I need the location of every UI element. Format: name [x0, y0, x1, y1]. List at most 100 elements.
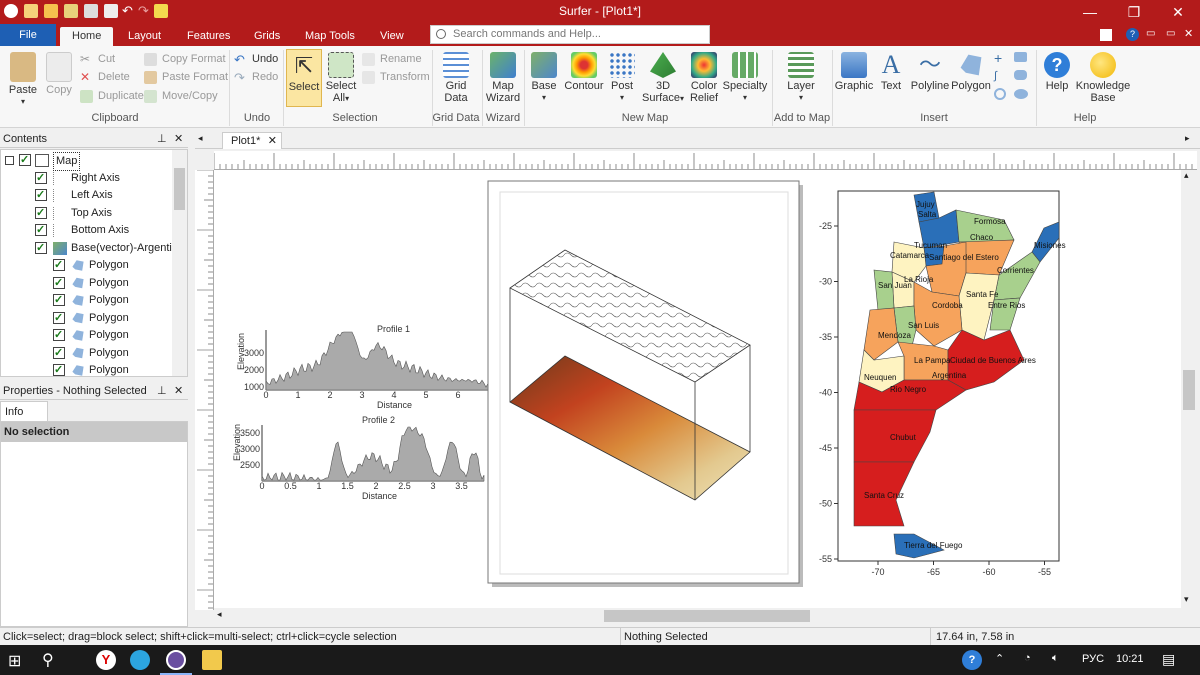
horizontal-scroll-thumb[interactable] [604, 610, 810, 622]
select-all-button[interactable]: Select All▾ [324, 52, 358, 105]
cut-button[interactable]: ✂ Cut [80, 51, 115, 67]
plot-canvas[interactable]: Profile 1 3000 2000 1000 0 1 2 3 4 5 6 Distance E… [214, 170, 1181, 608]
contour-map-button[interactable]: Contour [562, 52, 606, 92]
horizontal-scrollbar[interactable]: ◂ [214, 608, 1181, 624]
close-tab-icon[interactable]: ✕ [268, 133, 277, 149]
visibility-checkbox[interactable] [53, 327, 65, 344]
tab-plot1[interactable]: Plot1* ✕ [222, 132, 282, 149]
rename-button[interactable]: Rename [362, 51, 422, 67]
help-button[interactable]: ? Help [1040, 52, 1074, 92]
undo-button[interactable]: ↶ Undo [234, 51, 278, 67]
help-circle-icon[interactable]: ? [1126, 28, 1139, 41]
taskbar-search-icon[interactable]: ⚲ [42, 650, 54, 670]
visibility-checkbox[interactable] [53, 292, 65, 309]
tree-item[interactable]: Right Axis [1, 170, 171, 187]
visibility-checkbox[interactable] [53, 345, 65, 362]
map-wizard-button[interactable]: Map Wizard [484, 52, 522, 104]
tab-view[interactable]: View [368, 27, 416, 46]
close-panel-icon[interactable]: ✕ [174, 383, 183, 400]
language-indicator[interactable]: РУС [1082, 653, 1104, 665]
specialty-map-button[interactable]: Specialty ▾ [722, 52, 768, 104]
polyline-button[interactable]: 〜 Polyline [908, 52, 952, 92]
notifications-icon[interactable]: ▤ [1162, 651, 1175, 668]
surfer-taskbar-icon[interactable] [166, 650, 186, 670]
base-map-button[interactable]: Base ▾ [528, 52, 560, 104]
collapse-icon[interactable] [5, 156, 14, 165]
visibility-checkbox[interactable] [53, 275, 65, 292]
tree-item[interactable]: Left Axis [1, 187, 171, 204]
tab-map-tools[interactable]: Map Tools [293, 27, 367, 46]
scroll-down-icon[interactable]: ▾ [1184, 594, 1189, 605]
tree-scroll-thumb[interactable] [174, 168, 185, 210]
tree-item[interactable]: Polygon [1, 310, 171, 327]
file-explorer-icon[interactable] [202, 650, 222, 670]
redo-button[interactable]: ↷ Redo [234, 69, 278, 85]
text-button[interactable]: A Text [876, 52, 906, 93]
close-button[interactable]: ✕ [1156, 0, 1200, 24]
tree-item[interactable]: Polygon [1, 362, 171, 376]
move-copy-button[interactable]: Move/Copy [144, 88, 218, 104]
min-ribbon-icon[interactable]: ▭ [1166, 28, 1175, 39]
delete-button[interactable]: ✕ Delete [80, 69, 130, 85]
scroll-left-icon[interactable]: ◂ [217, 609, 222, 620]
vertical-scroll-thumb[interactable] [1183, 370, 1195, 410]
help-tray-icon[interactable]: ? [962, 650, 982, 670]
symbol-icon[interactable]: + [994, 50, 1002, 66]
tree-item[interactable]: Base(vector)-Argenti [1, 240, 172, 257]
tree-scrollbar[interactable] [172, 150, 187, 376]
layer-button[interactable]: Layer ▾ [782, 52, 820, 104]
telegram-icon[interactable] [130, 650, 150, 670]
tree-item[interactable]: Polygon [1, 327, 171, 344]
circle-icon[interactable] [994, 88, 1006, 100]
duplicate-button[interactable]: Duplicate [80, 88, 144, 104]
close-doc-icon[interactable]: ✕ [1184, 27, 1193, 40]
scroll-left-icon[interactable]: ◂ [198, 133, 203, 144]
rounded-rect-icon[interactable] [1014, 70, 1027, 80]
close-panel-icon[interactable]: ✕ [174, 131, 183, 148]
spline-icon[interactable]: ∫ [994, 70, 997, 82]
tree-item[interactable]: Bottom Axis [1, 222, 171, 239]
visibility-checkbox[interactable] [53, 257, 65, 274]
pin-icon[interactable]: ⊥ [157, 131, 167, 148]
visibility-checkbox[interactable] [35, 240, 47, 257]
tab-features[interactable]: Features [175, 27, 242, 46]
vertical-scrollbar[interactable]: ▴ ▾ [1181, 170, 1197, 608]
copy-format-button[interactable]: Copy Format [144, 51, 226, 67]
paste-format-button[interactable]: Paste Format [144, 69, 228, 85]
tab-grids[interactable]: Grids [242, 27, 292, 46]
clock[interactable]: 10:21 [1116, 653, 1144, 665]
search-input[interactable]: Search commands and Help... [430, 25, 710, 44]
rectangle-icon[interactable] [1014, 52, 1027, 62]
visibility-checkbox[interactable] [35, 170, 47, 187]
post-map-button[interactable]: Post ▾ [606, 52, 638, 104]
tree-item[interactable]: Polygon [1, 275, 171, 292]
volume-icon[interactable]: 🔈︎ [1052, 652, 1059, 665]
paste-button[interactable]: Paste ▾ [6, 52, 40, 108]
copy-button[interactable]: Copy [44, 52, 74, 96]
tree-item[interactable]: Map [1, 152, 171, 171]
scroll-up-icon[interactable]: ▴ [1184, 170, 1189, 181]
select-button[interactable]: ⇱ Select [286, 49, 322, 107]
visibility-checkbox[interactable] [35, 205, 47, 222]
tab-info[interactable]: Info [0, 401, 48, 421]
visibility-checkbox[interactable] [53, 362, 65, 376]
3d-surface-button[interactable]: 3D Surface▾ [640, 52, 686, 105]
tree-item[interactable]: Top Axis [1, 205, 171, 222]
visibility-checkbox[interactable] [35, 222, 47, 239]
polygon-button[interactable]: Polygon [950, 52, 992, 92]
knowledge-base-button[interactable]: Knowledge Base [1074, 52, 1132, 104]
tab-layout[interactable]: Layout [116, 27, 173, 46]
pin-icon[interactable]: ⊥ [157, 383, 167, 400]
tree-item[interactable]: Polygon [1, 345, 171, 362]
browser-icon[interactable]: Y [96, 650, 116, 670]
color-relief-button[interactable]: Color Relief [686, 52, 722, 104]
restore-ribbon-icon[interactable]: ▭ [1146, 28, 1155, 39]
visibility-checkbox[interactable] [19, 152, 31, 169]
visibility-checkbox[interactable] [53, 310, 65, 327]
ellipse-icon[interactable] [1014, 89, 1028, 99]
maximize-button[interactable]: ❐ [1112, 0, 1156, 24]
tab-file[interactable]: File [0, 24, 56, 46]
tray-chevron-icon[interactable]: ⌃ [995, 652, 1004, 665]
scroll-right-icon[interactable]: ▸ [1185, 133, 1190, 144]
tab-home[interactable]: Home [60, 27, 114, 46]
